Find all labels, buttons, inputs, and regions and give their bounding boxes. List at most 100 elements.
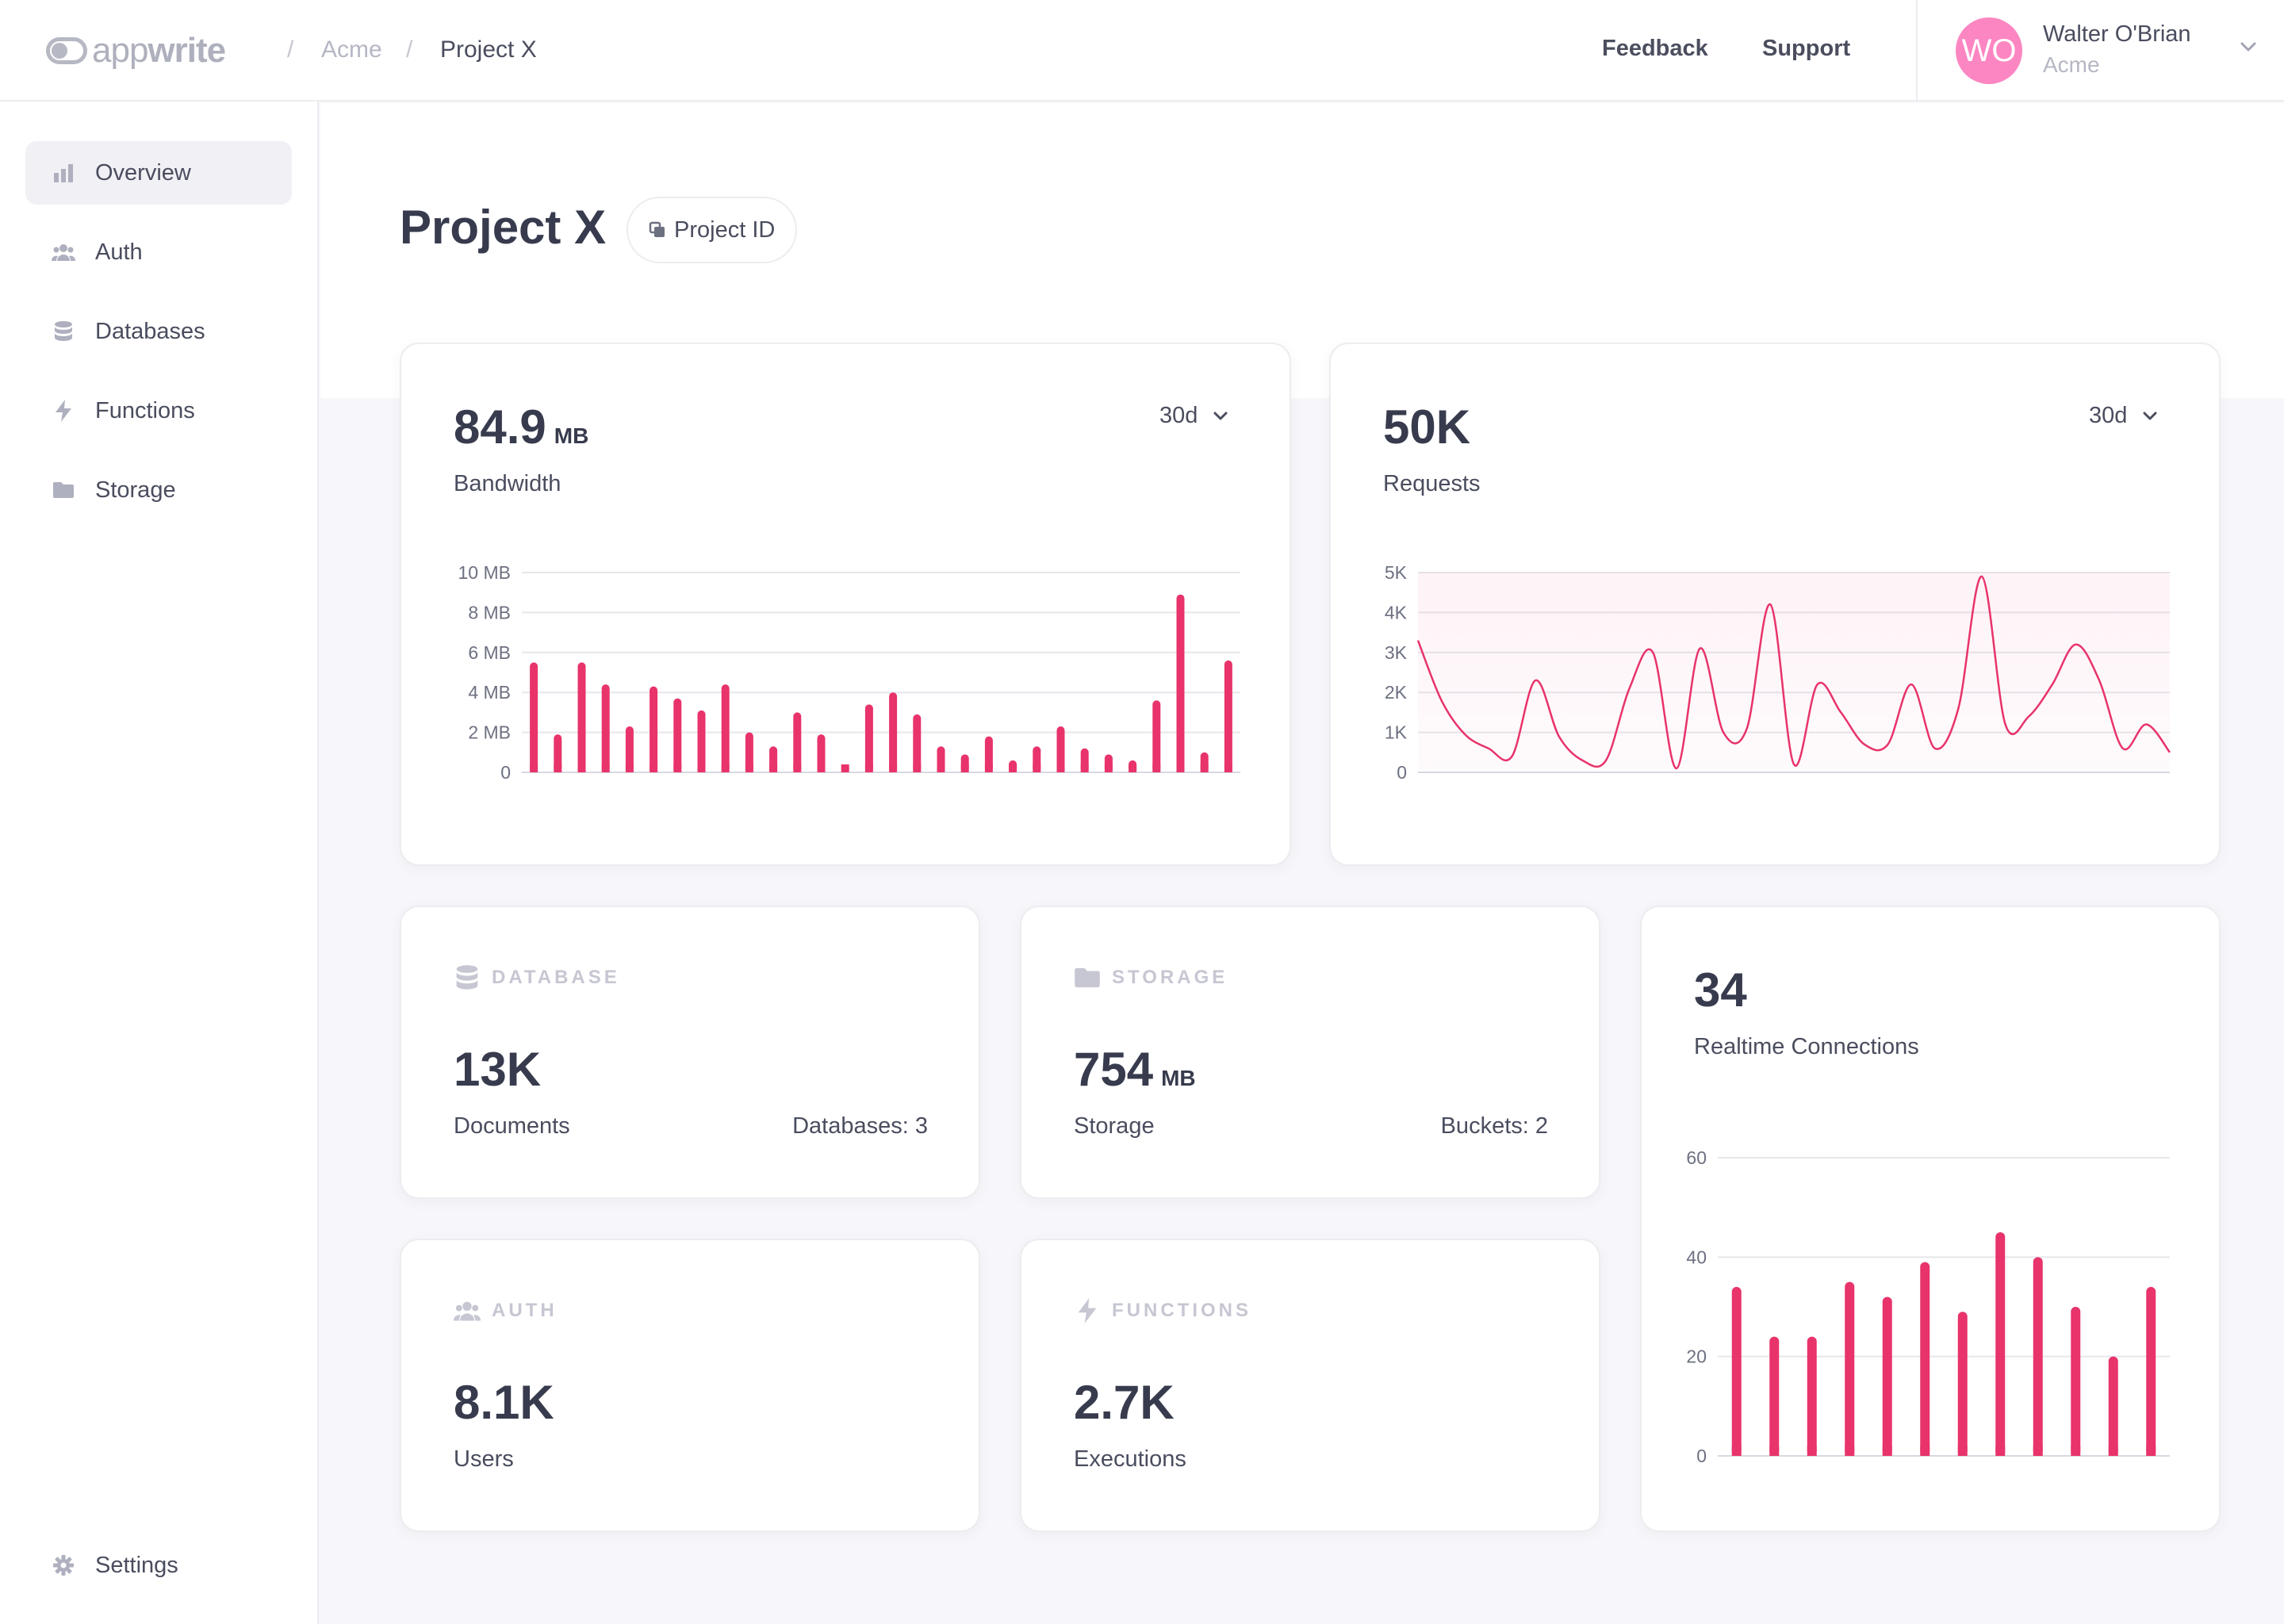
storage-tag-label: STORAGE [1112,967,1228,988]
database-icon [456,965,478,990]
bar-base [1033,764,1041,772]
bar [1769,1336,1780,1456]
bandwidth-range-select[interactable]: 30d [1159,403,1231,429]
bar-base [1807,1446,1817,1456]
database-card[interactable]: DATABASE 13K Documents Databases: 3 [400,906,980,1199]
bar-base [1176,764,1185,772]
functions-card[interactable]: FUNCTIONS 2.7K Executions [1020,1239,1600,1532]
database-tag-label: DATABASE [492,967,620,988]
appwrite-logo[interactable]: appwrite [46,30,226,71]
bar-base [1009,764,1017,772]
realtime-value: 34 [1694,963,1747,1017]
avatar[interactable]: WO [1956,17,2022,84]
copy-icon [649,221,665,237]
y-tick-label: 0 [1397,762,1407,783]
functions-tag: FUNCTIONS [1074,1297,1251,1324]
bandwidth-unit: MB [554,423,589,448]
bar-base [1882,1446,1892,1456]
sidebar-item-auth[interactable]: Auth [25,220,292,284]
sidebar-item-settings[interactable]: Settings [25,1534,292,1597]
storage-value: 754 MB [1074,1042,1196,1097]
requests-range-select[interactable]: 30d [2089,403,2160,429]
bar-base [913,764,922,772]
header-divider [1916,0,1918,102]
bar [1920,1262,1930,1456]
bar [889,692,898,772]
database-icon [51,319,76,344]
bar [1995,1232,2006,1456]
bar-base [530,764,538,772]
auth-card[interactable]: AUTH 8.1K Users [400,1239,980,1532]
bar [2071,1307,2081,1456]
y-tick-label: 60 [1686,1147,1707,1168]
sidebar-item-functions[interactable]: Functions [25,379,292,442]
project-id-label: Project ID [674,216,776,243]
y-tick-label: 4K [1385,602,1408,622]
support-link[interactable]: Support [1762,36,1850,62]
requests-label: Requests [1383,471,1481,496]
sidebar-item-label: Storage [95,477,176,503]
bar-base [1152,764,1161,772]
feedback-link[interactable]: Feedback [1602,36,1708,62]
executions-value: 2.7K [1074,1376,1175,1429]
bar [1224,660,1232,772]
databases-count: Databases: 3 [792,1113,928,1139]
range-label: 30d [2089,403,2128,428]
chevron-down-icon[interactable] [2236,35,2260,59]
bar [1152,700,1161,772]
chevron-down-icon [1213,412,1228,419]
bar-base [1224,764,1232,772]
bar-base [697,764,706,772]
bar-base [793,764,802,772]
bar-base [841,764,849,772]
buckets-count: Buckets: 2 [1440,1113,1548,1139]
sidebar-item-storage[interactable]: Storage [25,458,292,522]
bar-base [2071,1446,2081,1456]
y-tick-label: 4 MB [468,682,511,703]
y-tick-label: 8 MB [468,602,511,622]
bar-base [1957,1446,1968,1456]
bandwidth-number: 84.9 [454,400,546,454]
bar [2146,1286,2156,1456]
bar-chart-icon [51,160,76,186]
sidebar: Overview Auth Databases Functions Storag… [0,102,319,1624]
breadcrumb-separator: / [406,36,413,63]
breadcrumb-org[interactable]: Acme [321,36,382,63]
executions-label: Executions [1074,1446,1186,1472]
sidebar-item-overview[interactable]: Overview [25,141,292,205]
bar [793,712,802,772]
area-fill [1418,573,2170,772]
bar [2108,1356,2118,1456]
sidebar-item-databases[interactable]: Databases [25,300,292,363]
sidebar-item-label: Databases [95,318,205,344]
bar-base [2033,1446,2043,1456]
folder-icon [51,477,76,503]
storage-tag: STORAGE [1074,964,1228,991]
y-tick-label: 0 [500,762,511,783]
bar-base [625,764,634,772]
realtime-label: Realtime Connections [1694,1034,1919,1059]
storage-card[interactable]: STORAGE 754 MB Storage Buckets: 2 [1020,906,1600,1199]
breadcrumb-project[interactable]: Project X [440,36,537,63]
bar-base [1920,1446,1930,1456]
y-tick-label: 2 MB [468,722,511,743]
bar-base [1104,764,1113,772]
y-tick-label: 40 [1686,1247,1707,1267]
bandwidth-card: 84.9 MB Bandwidth 30d 0 2 MB 4 MB 6 MB 8 MB 10… [400,343,1291,866]
bar-base [1845,1446,1855,1456]
bar-base [1731,1446,1742,1456]
y-tick-label: 2K [1385,682,1408,703]
bar-base [745,764,753,772]
user-name[interactable]: Walter O'Brian [2043,21,2191,48]
bar [1845,1281,1855,1456]
realtime-chart: 0 20 40 60 [1686,1147,2170,1466]
sidebar-item-label: Settings [95,1552,178,1578]
y-tick-label: 1K [1385,722,1408,743]
bar [1882,1297,1892,1456]
project-id-button[interactable]: Project ID [627,197,798,263]
bar-base [769,764,778,772]
bandwidth-value: 84.9 MB [454,400,588,454]
bar [1731,1286,1742,1456]
users-label: Users [454,1446,514,1472]
users-value: 8.1K [454,1376,554,1429]
